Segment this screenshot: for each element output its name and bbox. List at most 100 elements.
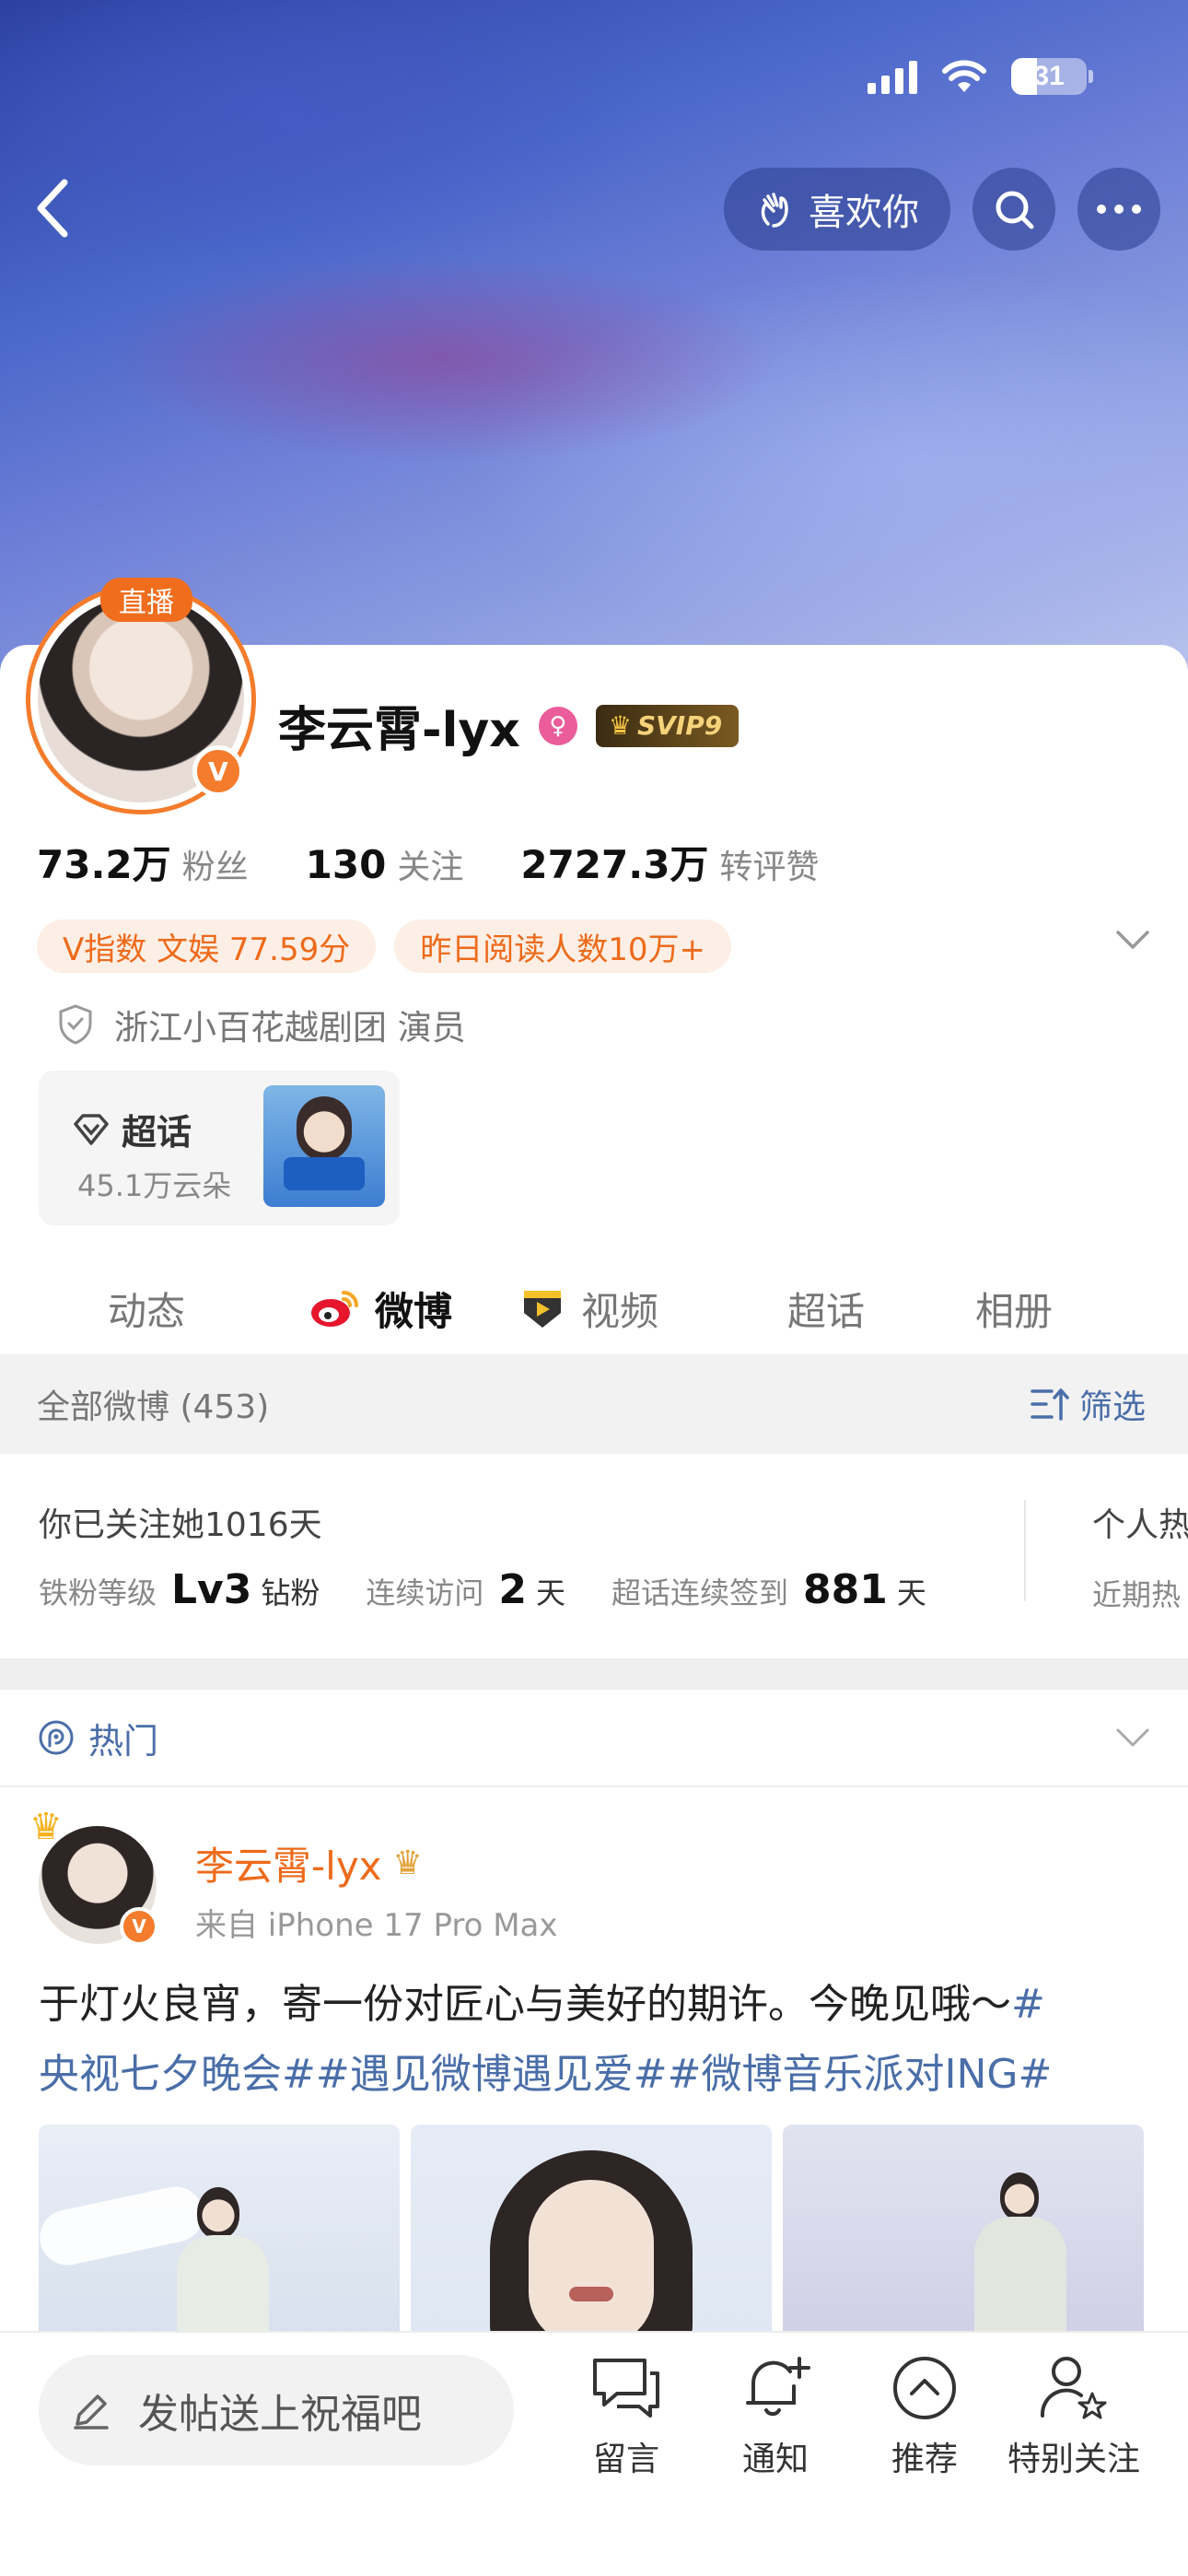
tab-feed[interactable]: 动态 [0,1267,293,1350]
topic-link[interactable]: #遇见微博遇见爱# [316,2051,668,2098]
supertopic-thumbnail [263,1085,385,1207]
profile-stats: 73.2万 粉丝 130 关注 2727.3万 转评赞 [37,834,876,890]
topic-link[interactable]: # [1011,1981,1045,2028]
hot-section-header[interactable]: 热门 [0,1690,1188,1787]
section-divider [0,1658,1188,1690]
stat-value: 73.2万 [37,842,171,887]
action-label: 推荐 [891,2441,958,2478]
chevron-down-icon [1116,1728,1149,1747]
verified-v-icon: V [192,745,244,797]
svip-label: SVIP9 [636,710,723,741]
diamond-icon [74,1113,109,1145]
tab-album[interactable]: 相册 [945,1267,1083,1350]
hand-wave-icon [761,193,788,228]
checkin-label: 超话连续签到 [611,1575,789,1610]
stat-followers[interactable]: 73.2万 粉丝 [37,834,249,890]
action-label: 特别关注 [1007,2441,1140,2478]
reader-count-tag[interactable]: 昨日阅读人数10万+ [394,919,731,973]
expand-profile-button[interactable] [1114,929,1151,954]
filter-button[interactable]: 筛选 [1030,1380,1146,1428]
pencil-icon [74,2395,109,2430]
female-gender-icon: ♀ [538,706,577,745]
chevron-left-icon [37,179,68,238]
more-dots-icon [1097,205,1141,214]
fan-level-unit: 钻粉 [261,1575,320,1610]
verified-v-icon: V [120,1907,158,1946]
visit-label: 连续访问 [366,1575,484,1610]
v-index-tag[interactable]: V指数 文娱 77.59分 [37,919,377,973]
battery-icon: 31 [1011,58,1093,95]
post-source: 来自 iPhone 17 Pro Max [195,1907,558,1944]
cellular-signal-icon [868,59,917,94]
post-author-row[interactable]: 李云霄-lyx ♛ [195,1835,423,1891]
filter-icon [1031,1388,1069,1421]
topic-link[interactable]: #微博音乐派对ING# [668,2051,1053,2098]
tab-label: 动态 [107,1288,185,1334]
action-label: 通知 [741,2441,809,2478]
filter-bar: 全部微博 (453) 筛选 [0,1354,1188,1454]
special-follow-button[interactable]: 特别关注 [1000,2353,1147,2500]
next-card-subtitle: 近期热 [1092,1577,1182,1612]
next-card-title: 个人热 [1092,1506,1188,1544]
tab-video[interactable]: 视频 [468,1267,707,1350]
supertopic-card[interactable]: 超话 45.1万云朵 [39,1071,400,1225]
checkin-value: 881 [803,1566,888,1613]
supertopic-title: 超话 [122,1112,192,1153]
post-body: 于灯火良宵，寄一份对匠心与美好的期许。今晚见哦～ [39,1981,1011,2028]
stat-label: 粉丝 [181,849,249,886]
hot-pin-icon [39,1720,74,1755]
more-button[interactable] [1077,168,1160,251]
stat-following[interactable]: 130 关注 [306,840,464,888]
fan-metrics: 铁粉等级 Lv3 钻粉 连续访问 2 天 超话连续签到 881 天 [39,1566,963,1613]
profile-avatar[interactable]: 直播 V [26,578,256,814]
bell-plus-icon [746,2357,810,2417]
tab-supertopic[interactable]: 超话 [707,1267,945,1350]
certification-text: 浙江小百花越剧团 演员 [114,1008,466,1048]
stat-value: 2727.3万 [520,842,709,887]
fan-status-card[interactable]: 你已关注她1016天 铁粉等级 Lv3 钻粉 连续访问 2 天 超话连续签到 8… [0,1454,1188,1657]
tab-label: 相册 [974,1288,1053,1334]
post-photo[interactable] [411,2125,772,2336]
card-divider [1024,1500,1026,1601]
crown-icon: ♛ [29,1806,63,1848]
name-row: 李云霄-lyx ♀ ♛ SVIP9 [278,691,740,760]
tab-label: 超话 [786,1288,865,1334]
profile-name: 李云霄-lyx [278,703,520,758]
svip-badge[interactable]: ♛ SVIP9 [595,704,740,747]
video-play-icon [523,1291,561,1328]
post-author-avatar[interactable]: ♛ V [29,1806,158,1946]
supertopic-title-row: 超话 [72,1104,192,1154]
tab-weibo[interactable]: 微博 [293,1267,468,1363]
action-label: 留言 [592,2441,659,2478]
stat-value: 130 [305,842,387,887]
stat-label: 转评赞 [719,849,820,886]
shield-icon [59,1004,92,1045]
hot-label: 热门 [88,1720,159,1762]
like-you-button[interactable]: 喜欢你 [724,168,950,251]
bottom-action-bar: 发帖送上祝福吧 留言 通知 推荐 特别关注 [0,2331,1188,2576]
live-badge[interactable]: 直播 [100,578,192,622]
chevron-down-icon [1116,931,1149,949]
stat-engagement[interactable]: 2727.3万 转评赞 [520,834,819,890]
notify-button[interactable]: 通知 [702,2353,849,2500]
comment-button[interactable]: 留言 [553,2353,700,2500]
post-text[interactable]: 于灯火良宵，寄一份对匠心与美好的期许。今晚见哦～# 央视七夕晚会##遇见微博遇见… [39,1970,1153,2110]
chevron-up-circle-icon [893,2357,956,2419]
weibo-logo-icon [310,1291,358,1327]
post-photo[interactable] [39,2125,400,2336]
compose-input[interactable]: 发帖送上祝福吧 [39,2355,514,2465]
recommend-button[interactable]: 推荐 [851,2353,998,2500]
all-posts-count: 全部微博 (453) [37,1388,270,1426]
checkin-unit: 天 [896,1575,926,1610]
topic-link[interactable]: 央视七夕晚会# [39,2051,316,2098]
filter-label: 筛选 [1078,1388,1146,1426]
search-button[interactable] [973,168,1055,251]
message-icon [593,2359,659,2418]
member-crown-icon: ♛ [392,1844,423,1882]
tab-label: 视频 [580,1288,658,1334]
profile-tags: V指数 文娱 77.59分 昨日阅读人数10万+ [37,919,731,973]
follow-days: 你已关注她1016天 [39,1506,322,1544]
post-photo[interactable] [783,2125,1144,2336]
back-button[interactable] [24,171,79,245]
visit-value: 2 [498,1566,528,1613]
